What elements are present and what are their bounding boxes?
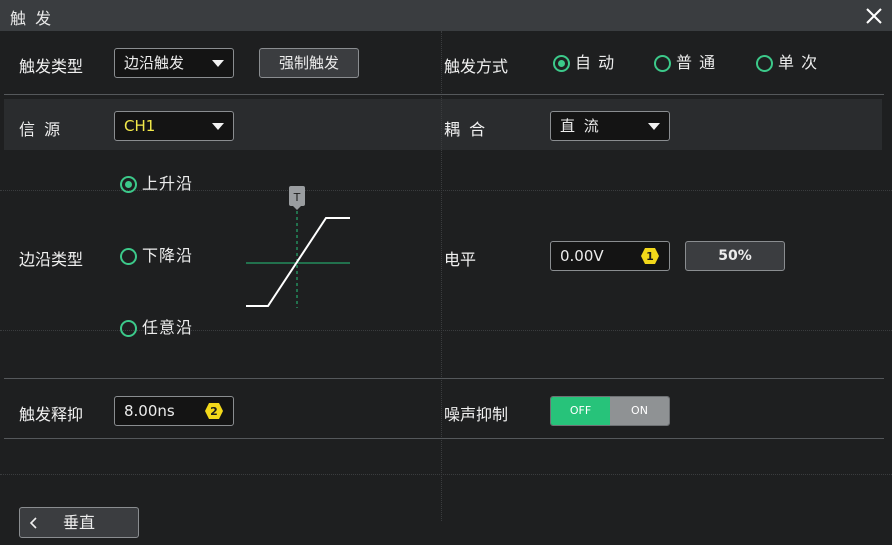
- coupling-select[interactable]: 直 流: [550, 111, 670, 141]
- level-label: 电平: [444, 250, 477, 269]
- sweep-normal-label: 普 通: [676, 53, 717, 72]
- radio-checked-icon: [553, 55, 570, 72]
- holdoff-value: 8.00ns: [124, 402, 175, 420]
- coupling-label: 耦 合: [444, 120, 488, 139]
- radio-checked-icon: [120, 176, 137, 193]
- radio-unchecked-icon: [120, 320, 137, 337]
- sweep-single-radio[interactable]: 单 次: [756, 52, 826, 74]
- noise-reject-toggle[interactable]: OFF ON: [550, 396, 670, 426]
- edge-falling-label: 下降沿: [142, 246, 194, 265]
- noise-reject-label: 噪声抑制: [444, 405, 509, 424]
- source-value: CH1: [124, 117, 156, 135]
- level-50-percent-button[interactable]: 50%: [685, 241, 785, 271]
- level-input[interactable]: 0.00V 1: [550, 241, 670, 271]
- dropdown-caret-icon: [648, 123, 660, 130]
- source-select[interactable]: CH1: [114, 111, 234, 141]
- radio-unchecked-icon: [120, 248, 137, 265]
- edge-rising-label: 上升沿: [142, 174, 194, 193]
- dropdown-caret-icon: [212, 123, 224, 130]
- sweep-mode-label: 触发方式: [444, 57, 509, 76]
- trigger-type-select[interactable]: 边沿触发: [114, 48, 234, 78]
- force-trigger-button[interactable]: 强制触发: [259, 48, 359, 78]
- close-icon[interactable]: [864, 6, 884, 26]
- dropdown-caret-icon: [212, 60, 224, 67]
- radio-unchecked-icon: [756, 55, 773, 72]
- toggle-off-segment[interactable]: OFF: [551, 397, 610, 425]
- sweep-normal-radio[interactable]: 普 通: [654, 52, 724, 74]
- back-button-label: 垂直: [62, 513, 95, 532]
- sweep-auto-radio[interactable]: 自 动: [553, 52, 623, 74]
- rising-edge-diagram: T: [246, 186, 350, 308]
- holdoff-label: 触发释抑: [19, 405, 84, 424]
- level-value: 0.00V: [560, 247, 604, 265]
- divider: [4, 438, 884, 439]
- edge-rising-radio[interactable]: 上升沿: [120, 173, 200, 195]
- coupling-value: 直 流: [560, 117, 601, 135]
- svg-text:1: 1: [646, 250, 654, 263]
- edge-falling-radio[interactable]: 下降沿: [120, 245, 200, 267]
- edge-any-radio[interactable]: 任意沿: [120, 317, 200, 339]
- grid-divider: [441, 31, 442, 521]
- edge-type-label: 边沿类型: [19, 250, 84, 269]
- source-label: 信 源: [19, 120, 63, 139]
- title-bar: 触 发: [0, 0, 892, 31]
- trigger-type-value: 边沿触发: [124, 54, 185, 72]
- grid-divider: [0, 474, 892, 475]
- divider: [4, 378, 884, 379]
- radio-unchecked-icon: [654, 55, 671, 72]
- knob-1-badge-icon: 1: [641, 248, 659, 264]
- holdoff-input[interactable]: 8.00ns 2: [114, 396, 234, 426]
- sweep-single-label: 单 次: [778, 53, 819, 72]
- trigger-marker-label: T: [293, 191, 301, 204]
- knob-2-badge-icon: 2: [205, 403, 223, 419]
- edge-any-label: 任意沿: [142, 318, 194, 337]
- sweep-auto-label: 自 动: [575, 53, 616, 72]
- divider: [4, 94, 884, 95]
- svg-text:2: 2: [210, 405, 218, 418]
- trigger-type-label: 触发类型: [19, 57, 84, 76]
- dialog-title: 触 发: [10, 9, 54, 28]
- back-vertical-button[interactable]: 垂直: [19, 507, 139, 538]
- toggle-on-segment[interactable]: ON: [610, 397, 669, 425]
